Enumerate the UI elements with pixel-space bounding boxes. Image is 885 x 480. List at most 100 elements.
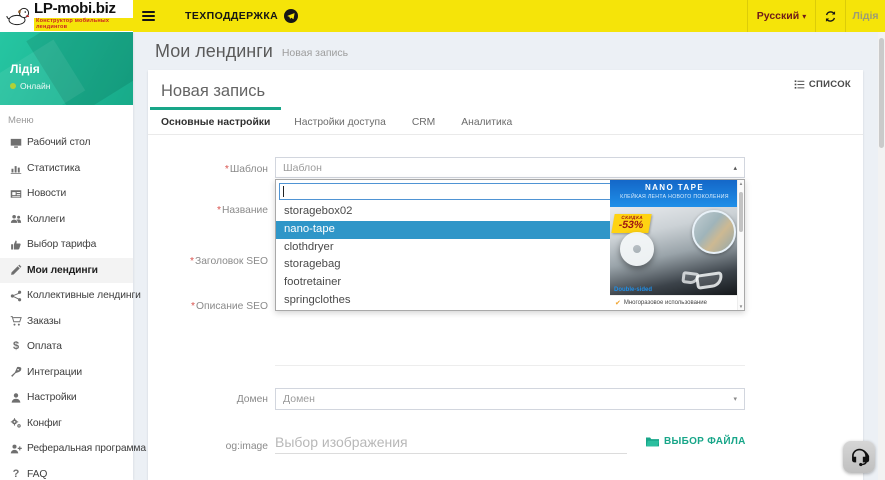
folder-icon	[646, 436, 659, 447]
language-selector[interactable]: Русский ▾	[747, 0, 815, 32]
language-label: Русский	[757, 10, 799, 22]
page-title: Мои лендинги	[155, 41, 273, 62]
refresh-button[interactable]	[815, 0, 845, 32]
list-icon	[794, 79, 805, 90]
text-cursor	[283, 186, 284, 197]
option-springclothes[interactable]: springclothes	[276, 292, 610, 310]
dog-logo-icon	[5, 4, 31, 28]
option-footretainer[interactable]: footretainer	[276, 274, 610, 292]
caret-up-icon: ▴	[733, 164, 737, 172]
cart-icon	[9, 315, 23, 327]
og-image-field-label: og:image	[148, 441, 268, 452]
logo-tagline: Конструктор мобильных лендингов	[34, 18, 133, 31]
seo-title-field-label: *Заголовок SEO	[148, 256, 268, 267]
desktop-icon	[9, 137, 23, 149]
online-status-label: Онлайн	[20, 81, 50, 91]
tape-roll-graphic	[620, 232, 654, 266]
page-scrollbar-thumb[interactable]	[879, 38, 884, 148]
discount-badge: СКИДКА -53%	[611, 214, 651, 233]
user-menu[interactable]: Лідія	[845, 0, 885, 32]
user-plus-icon	[9, 443, 23, 455]
list-button[interactable]: СПИСОК	[794, 79, 851, 90]
support-link[interactable]: ТЕХПОДДЕРЖКА	[185, 0, 298, 32]
tab-bar: Основные настройки Настройки доступа CRM…	[148, 107, 863, 135]
scroll-up-icon: ▲	[738, 181, 744, 186]
option-storagebag[interactable]: storagebag	[276, 256, 610, 274]
support-label: ТЕХПОДДЕРЖКА	[185, 10, 278, 22]
sidebar-profile: Лідія Онлайн	[0, 32, 133, 105]
sidebar-item-tariff[interactable]: Выбор тарифа	[0, 232, 133, 258]
sidebar-toggle-button[interactable]	[133, 0, 163, 32]
seo-description-field-label: *Описание SEO	[148, 301, 268, 312]
share-icon	[9, 290, 23, 302]
sidebar-item-news[interactable]: Новости	[0, 181, 133, 207]
users-icon	[9, 213, 23, 225]
pen-nib-icon	[9, 366, 23, 378]
domain-select[interactable]: Домен ▾	[275, 388, 745, 410]
preview-subtitle: КЛЕЙКАЯ ЛЕНТА НОВОГО ПОКОЛЕНИЯ	[610, 194, 739, 200]
hamburger-icon	[142, 9, 155, 23]
tab-crm[interactable]: CRM	[399, 107, 448, 134]
sidebar-item-faq[interactable]: ? FAQ	[0, 462, 133, 480]
dropdown-scrollbar[interactable]: ▲ ▼	[737, 180, 744, 310]
topbar-username: Лідія	[853, 10, 879, 22]
sidebar-item-statistics[interactable]: Статистика	[0, 156, 133, 182]
sidebar-item-config[interactable]: Конфиг	[0, 411, 133, 437]
scroll-down-icon: ▼	[738, 304, 744, 309]
option-nano-tape[interactable]: nano-tape	[276, 221, 610, 239]
content-card: Новая запись СПИСОК Основные настройки Н…	[148, 70, 863, 480]
name-field-label: *Название	[148, 205, 268, 216]
profile-name: Лідія	[10, 62, 40, 76]
scrollbar-thumb[interactable]	[739, 192, 743, 232]
sidebar-item-dashboard[interactable]: Рабочий стол	[0, 130, 133, 156]
tape-strip-graphic	[695, 271, 724, 290]
user-icon	[9, 392, 23, 404]
chevron-down-icon: ▾	[802, 12, 806, 21]
sidebar-item-settings[interactable]: Настройки	[0, 385, 133, 411]
question-icon: ?	[9, 469, 23, 480]
menu-section-label: Меню	[8, 115, 133, 126]
option-storagebox02[interactable]: storagebox02	[276, 203, 610, 221]
preview-feature-row: ✔ Многоразовое использование	[610, 295, 739, 310]
breadcrumb-current: Новая запись	[282, 47, 348, 59]
caret-down-icon: ▾	[733, 395, 737, 403]
preview-header: NANO TAPE КЛЕЙКАЯ ЛЕНТА НОВОГО ПОКОЛЕНИЯ	[610, 180, 739, 207]
topbar-yellow-area: ТЕХПОДДЕРЖКА Русский ▾	[133, 0, 885, 32]
choose-file-button[interactable]: ВЫБОР ФАЙЛА	[646, 436, 746, 447]
tab-access-settings[interactable]: Настройки доступа	[281, 107, 399, 134]
card-title: Новая запись	[161, 82, 265, 101]
sidebar-item-orders[interactable]: Заказы	[0, 309, 133, 335]
sidebar-menu: Рабочий стол Статистика Новости Коллеги …	[0, 130, 133, 480]
sidebar-item-my-landings[interactable]: Мои лендинги	[0, 258, 133, 284]
app-logo[interactable]: LP-mobi.biz Конструктор мобильных лендин…	[0, 0, 133, 32]
page-scrollbar[interactable]	[878, 32, 885, 480]
refresh-icon	[824, 10, 837, 23]
og-image-input[interactable]	[275, 430, 627, 454]
sidebar-item-referral[interactable]: Реферальная программа	[0, 436, 133, 462]
sidebar-item-colleagues[interactable]: Коллеги	[0, 207, 133, 233]
domain-field-label: Домен	[148, 394, 268, 405]
template-select[interactable]: Шаблон ▴	[275, 157, 745, 178]
sidebar: Лідія Онлайн Меню Рабочий стол Статистик…	[0, 32, 133, 480]
thumbs-up-icon	[9, 239, 23, 251]
gears-icon	[9, 417, 23, 429]
sidebar-item-payment[interactable]: $ Оплата	[0, 334, 133, 360]
check-icon: ✔	[615, 300, 621, 307]
option-clothdryer[interactable]: clothdryer	[276, 239, 610, 257]
support-chat-button[interactable]	[843, 441, 875, 473]
form-divider	[275, 365, 745, 366]
template-preview-image[interactable]: NANO TAPE КЛЕЙКАЯ ЛЕНТА НОВОГО ПОКОЛЕНИЯ…	[610, 180, 739, 310]
preview-inset-photo	[692, 210, 736, 254]
sidebar-item-integrations[interactable]: Интеграции	[0, 360, 133, 386]
preview-photo: СКИДКА -53% Double-sided	[610, 207, 739, 295]
headset-icon	[849, 447, 870, 468]
sidebar-item-collective-landings[interactable]: Коллективные лендинги	[0, 283, 133, 309]
breadcrumb: Мои лендинги Новая запись	[133, 32, 885, 70]
dropdown-options: storagebox02 nano-tape clothdryer storag…	[276, 203, 610, 310]
newspaper-icon	[9, 188, 23, 200]
topbar: LP-mobi.biz Конструктор мобильных лендин…	[0, 0, 885, 32]
tab-main-settings[interactable]: Основные настройки	[150, 107, 281, 134]
tab-analytics[interactable]: Аналитика	[448, 107, 525, 134]
logo-title: LP-mobi.biz	[34, 1, 133, 16]
template-dropdown: storagebox02 nano-tape clothdryer storag…	[275, 179, 745, 311]
